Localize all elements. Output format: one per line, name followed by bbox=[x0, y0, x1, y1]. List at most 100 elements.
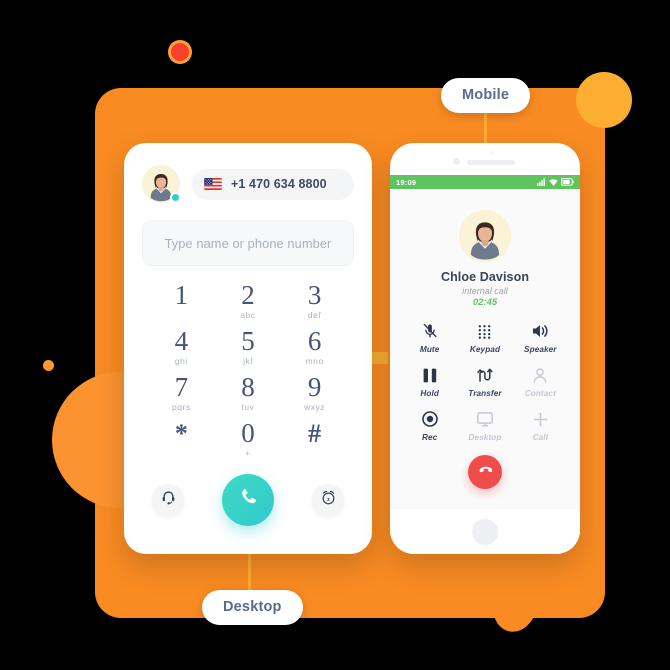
keypad-grid-icon bbox=[477, 322, 492, 340]
headset-button[interactable] bbox=[152, 484, 184, 516]
call-control-rec[interactable]: Rec bbox=[402, 410, 457, 442]
dialpad-key-digit: 0 bbox=[241, 418, 255, 448]
dialpad-key-digit: 3 bbox=[307, 280, 322, 310]
call-control-label: Hold bbox=[420, 389, 439, 398]
phone-handset-icon bbox=[237, 486, 260, 514]
desktop-action-bar: z bbox=[124, 474, 372, 526]
dialpad-key-3[interactable]: 3 def bbox=[281, 280, 348, 322]
dialpad-key-letters: abc bbox=[240, 310, 256, 320]
dialpad-key-8[interactable]: 8 tuv bbox=[215, 372, 282, 414]
dialpad-key-digit: 5 bbox=[241, 326, 255, 356]
call-button[interactable] bbox=[222, 474, 274, 526]
phone-bottom-bezel bbox=[390, 509, 580, 554]
dialpad-key-letters: + bbox=[245, 448, 251, 458]
dialpad-key-letters: wxyz bbox=[304, 402, 326, 412]
dialpad-key-5[interactable]: 5 jkl bbox=[215, 326, 282, 368]
battery-icon bbox=[561, 178, 574, 186]
earpiece-speaker-grille bbox=[467, 160, 515, 165]
call-control-speaker[interactable]: Speaker bbox=[513, 322, 568, 354]
mobile-phone: 19:09 Chloe Davison internal call 02:45 … bbox=[390, 143, 580, 554]
dialpad-key-digit: 9 bbox=[307, 372, 322, 402]
dialpad-key-1[interactable]: 1 bbox=[148, 280, 215, 322]
dialpad-key-letters: mno bbox=[305, 356, 324, 366]
add-call-plus-icon bbox=[533, 410, 548, 428]
alarm-snooze-icon: z bbox=[321, 490, 336, 510]
decorative-circle-top-right bbox=[576, 72, 632, 128]
search-placeholder: Type name or phone number bbox=[164, 235, 332, 251]
decorative-red-dot bbox=[171, 43, 189, 61]
decorative-small-dot bbox=[43, 360, 54, 371]
hangup-handset-icon bbox=[477, 461, 494, 483]
call-controls-grid: Mute Keypad Speaker Hold Transfer Contact Rec D… bbox=[390, 322, 580, 442]
dialpad-key-digit: * bbox=[174, 418, 188, 448]
desktop-callout-label: Desktop bbox=[202, 590, 303, 625]
microphone-dot-icon bbox=[491, 151, 494, 154]
call-control-label: Mute bbox=[419, 345, 440, 354]
microphone-muted-icon bbox=[422, 322, 438, 340]
transfer-arrows-icon bbox=[477, 366, 493, 384]
dialpad-key-4[interactable]: 4 ghi bbox=[148, 326, 215, 368]
call-control-label: Call bbox=[532, 433, 549, 442]
status-bar-icons bbox=[537, 178, 574, 186]
dialpad-key-digit: 7 bbox=[174, 372, 189, 402]
dialpad-key-2[interactable]: 2 abc bbox=[215, 280, 282, 322]
call-control-contact: Contact bbox=[513, 366, 568, 398]
dialpad-key-star[interactable]: * bbox=[148, 418, 215, 460]
dialpad-key-letters: ghi bbox=[174, 356, 188, 366]
hangup-row bbox=[390, 455, 580, 489]
headset-icon bbox=[161, 490, 176, 510]
call-control-keypad[interactable]: Keypad bbox=[457, 322, 512, 354]
caller-id-number: +1 470 634 8800 bbox=[231, 177, 327, 191]
call-control-mute[interactable]: Mute bbox=[402, 322, 457, 354]
dialpad-key-digit: 4 bbox=[174, 326, 189, 356]
dialpad-key-hash[interactable]: # bbox=[281, 418, 348, 460]
desktop-callout-connector bbox=[248, 548, 251, 594]
dialpad-key-digit: 8 bbox=[241, 372, 255, 402]
status-bar-time: 19:09 bbox=[396, 177, 417, 187]
dialpad: 1 2 abc 3 def 4 ghi 5 jkl 6 mno 7 pqrs 8 tuv 9 wxyz * 0 + # bbox=[148, 280, 348, 460]
call-control-desktop: Desktop bbox=[457, 410, 512, 442]
call-control-label: Desktop bbox=[468, 433, 502, 442]
call-duration: 02:45 bbox=[472, 297, 498, 308]
call-control-label: Contact bbox=[524, 389, 556, 398]
dialpad-key-6[interactable]: 6 mno bbox=[281, 326, 348, 368]
callee-avatar-photo bbox=[459, 210, 511, 262]
snooze-button[interactable]: z bbox=[312, 484, 344, 516]
caller-id-number-pill[interactable]: +1 470 634 8800 bbox=[192, 168, 354, 200]
call-control-call: Call bbox=[513, 410, 568, 442]
call-control-hold[interactable]: Hold bbox=[402, 366, 457, 398]
search-input[interactable]: Type name or phone number bbox=[142, 220, 354, 266]
svg-text:z: z bbox=[327, 496, 330, 503]
wifi-icon bbox=[549, 179, 558, 186]
monitor-icon bbox=[477, 410, 493, 428]
call-control-label: Speaker bbox=[524, 345, 557, 354]
avatar bbox=[142, 165, 181, 203]
scene: +1 470 634 8800 Type name or phone numbe… bbox=[0, 0, 670, 670]
call-type-label: internal call bbox=[462, 286, 508, 296]
dialpad-key-letters: jkl bbox=[243, 356, 253, 366]
dialpad-key-letters: tuv bbox=[241, 402, 255, 412]
dialpad-key-digit: 2 bbox=[241, 280, 255, 310]
us-flag-icon bbox=[204, 178, 222, 190]
call-control-label: Keypad bbox=[469, 345, 501, 354]
dialpad-key-9[interactable]: 9 wxyz bbox=[281, 372, 348, 414]
phone-earpiece-area bbox=[390, 143, 580, 175]
hangup-button[interactable] bbox=[468, 455, 502, 489]
dialpad-key-0[interactable]: 0 + bbox=[215, 418, 282, 460]
mobile-callout-label: Mobile bbox=[441, 78, 531, 113]
online-status-dot bbox=[170, 192, 181, 203]
cellular-signal-icon bbox=[537, 178, 545, 186]
desktop-header: +1 470 634 8800 bbox=[124, 143, 372, 203]
front-camera-icon bbox=[453, 158, 460, 165]
mobile-call-screen: Chloe Davison internal call 02:45 Mute Ke… bbox=[390, 189, 580, 509]
home-button[interactable] bbox=[472, 518, 498, 545]
dialpad-key-7[interactable]: 7 pqrs bbox=[148, 372, 215, 414]
dialpad-key-digit: # bbox=[308, 418, 322, 448]
contact-person-icon bbox=[533, 366, 547, 384]
call-control-label: Transfer bbox=[468, 389, 502, 398]
call-control-transfer[interactable]: Transfer bbox=[457, 366, 512, 398]
mobile-status-bar: 19:09 bbox=[390, 175, 580, 189]
callee-name: Chloe Davison bbox=[440, 270, 530, 284]
speaker-icon bbox=[532, 322, 549, 340]
dialpad-key-letters: pqrs bbox=[171, 402, 191, 412]
